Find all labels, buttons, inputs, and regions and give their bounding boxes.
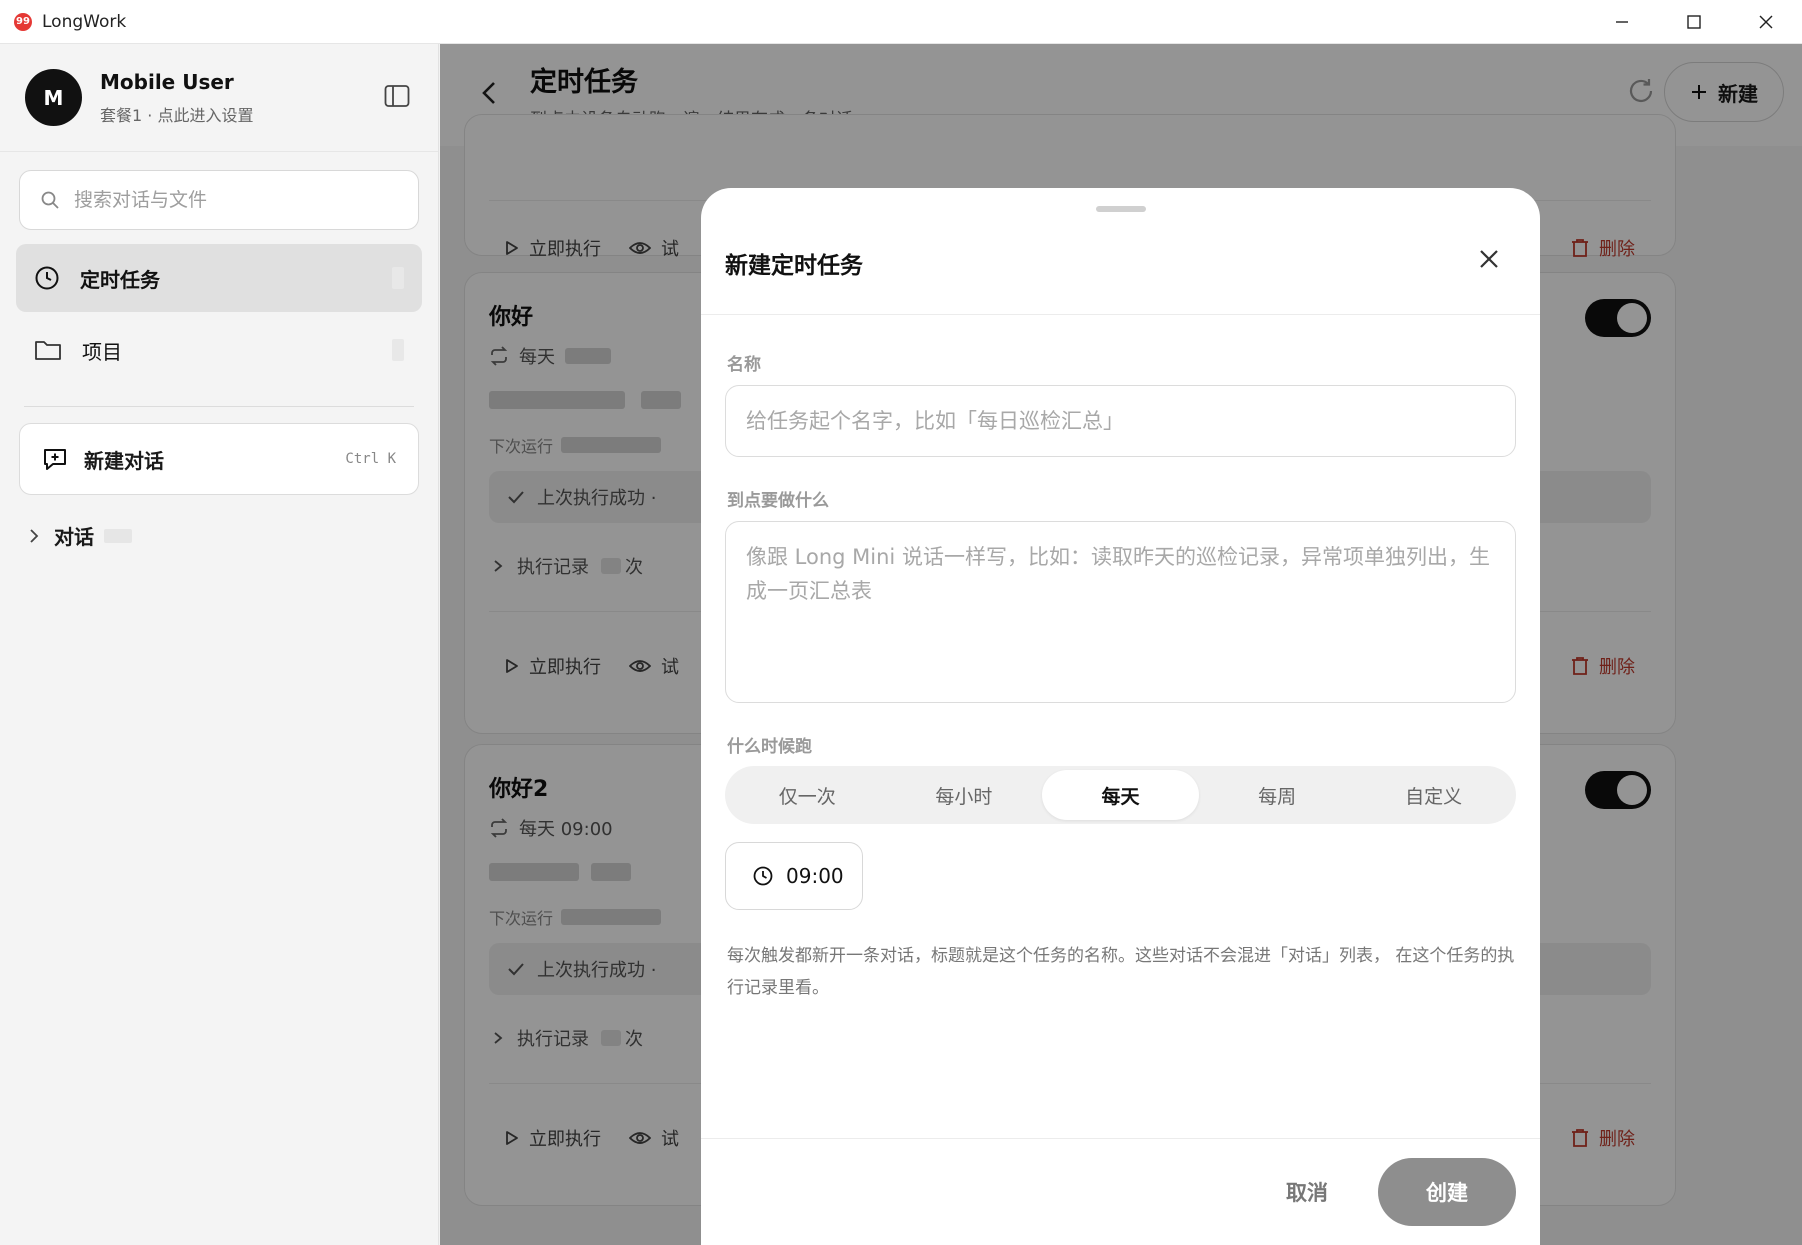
minimize-icon: [1616, 21, 1628, 23]
frequency-option-custom[interactable]: 自定义: [1355, 770, 1512, 820]
create-button[interactable]: 创建: [1378, 1158, 1516, 1226]
sidebar-item-scheduled-tasks[interactable]: 定时任务: [16, 244, 422, 312]
conversations-group-toggle[interactable]: 对话: [28, 521, 438, 550]
clock-icon: [753, 866, 773, 886]
chevron-right-icon: [30, 528, 39, 543]
dialog-separator: [701, 314, 1540, 315]
sidebar-item-projects[interactable]: 项目: [16, 316, 422, 384]
frequency-selector: 仅一次 每小时 每天 每周 自定义: [725, 766, 1516, 824]
sidebar-item-count: [392, 339, 404, 361]
avatar: M: [25, 69, 82, 126]
dialog-title: 新建定时任务: [725, 253, 863, 279]
maximize-icon: [1687, 15, 1701, 29]
sidebar-toggle-button[interactable]: [384, 84, 410, 112]
sidebar-panel-icon: [384, 85, 410, 107]
close-window-button[interactable]: [1730, 0, 1802, 44]
task-name-input[interactable]: [725, 385, 1516, 457]
task-prompt-textarea[interactable]: [725, 521, 1516, 703]
new-chat-label: 新建对话: [84, 448, 164, 473]
user-info: Mobile User 套餐1 · 点此进入设置: [100, 70, 253, 126]
app-title: LongWork: [42, 11, 127, 32]
new-chat-shortcut: Ctrl K: [345, 451, 396, 467]
maximize-button[interactable]: [1658, 0, 1730, 44]
dialog-close-button[interactable]: [1478, 248, 1500, 274]
app-logo-icon: 99: [14, 12, 32, 31]
user-name: Mobile User: [100, 69, 234, 94]
new-task-dialog: 新建定时任务 名称 到点要做什么 什么时候跑 仅一次 每小时 每天 每周 自定义…: [701, 188, 1540, 1245]
title-bar: 99 LongWork: [0, 0, 1802, 44]
user-profile[interactable]: M Mobile User 套餐1 · 点此进入设置: [0, 44, 438, 152]
frequency-option-once[interactable]: 仅一次: [729, 770, 886, 820]
frequency-option-daily[interactable]: 每天: [1042, 770, 1199, 820]
time-value: 09:00: [786, 864, 844, 888]
folder-icon: [35, 341, 61, 360]
frequency-option-weekly[interactable]: 每周: [1199, 770, 1356, 820]
sheet-grabber[interactable]: [1096, 206, 1146, 212]
close-icon: [1759, 15, 1773, 29]
window-controls: [1586, 0, 1802, 44]
name-field-label: 名称: [727, 355, 761, 375]
new-chat-button[interactable]: 新建对话 Ctrl K: [19, 423, 419, 495]
sidebar-item-count: [392, 267, 404, 289]
sidebar-divider: [24, 406, 414, 407]
time-picker-button[interactable]: 09:00: [725, 842, 863, 910]
new-chat-icon: [44, 449, 66, 470]
sidebar-item-label: 定时任务: [80, 267, 160, 292]
close-icon: [1480, 250, 1498, 268]
dialog-footer-separator: [701, 1138, 1540, 1139]
cancel-button[interactable]: 取消: [1257, 1158, 1357, 1226]
sidebar-item-label: 项目: [82, 339, 122, 364]
user-plan: 套餐1 · 点此进入设置: [100, 105, 254, 125]
conversations-label: 对话: [54, 525, 94, 549]
minimize-button[interactable]: [1586, 0, 1658, 44]
search-icon: [41, 191, 59, 209]
sidebar: M Mobile User 套餐1 · 点此进入设置 定时任务 项目 新建对话 …: [0, 44, 439, 1245]
search-box: [19, 170, 419, 230]
schedule-field-label: 什么时候跑: [727, 737, 812, 757]
conversations-count: [104, 528, 132, 543]
dialog-hint-text: 每次触发都新开一条对话，标题就是这个任务的名称。这些对话不会混进「对话」列表， …: [727, 946, 1515, 998]
frequency-option-hourly[interactable]: 每小时: [886, 770, 1043, 820]
clock-icon: [35, 266, 59, 290]
prompt-field-label: 到点要做什么: [727, 491, 829, 511]
search-input[interactable]: [74, 189, 374, 211]
